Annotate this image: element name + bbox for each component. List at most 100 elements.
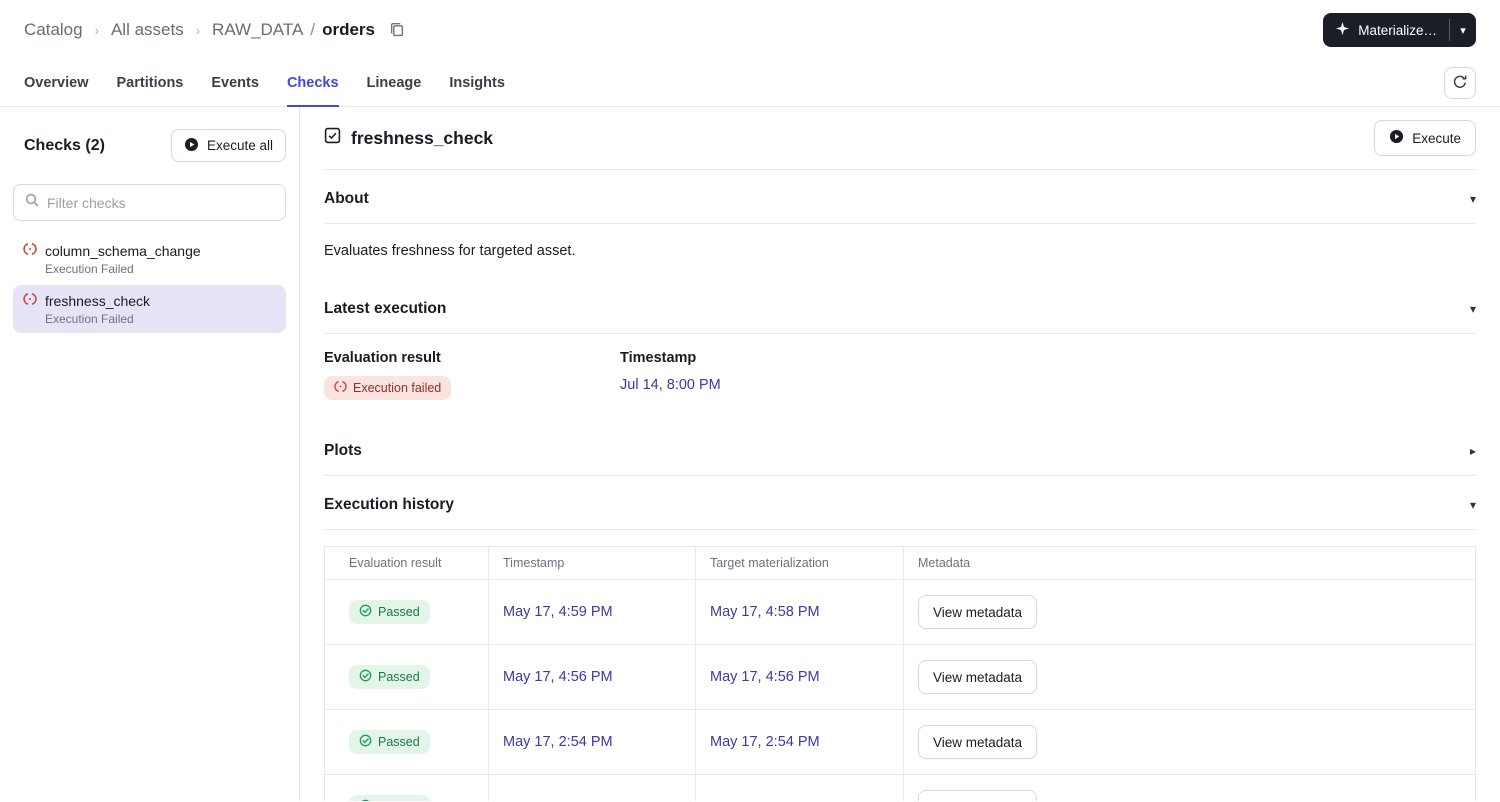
- tab-insights[interactable]: Insights: [449, 61, 505, 107]
- check-circle-icon: [359, 669, 372, 685]
- tab-partitions[interactable]: Partitions: [117, 61, 184, 107]
- filter-checks-box: [13, 184, 286, 221]
- latest-execution-timestamp-link[interactable]: Jul 14, 8:00 PM: [620, 377, 721, 393]
- passed-badge-label: Passed: [378, 605, 420, 619]
- table-row: Passed May 17, 4:59 PM May 17, 4:58 PM V…: [324, 579, 1476, 645]
- refresh-button[interactable]: [1444, 67, 1476, 99]
- check-status: Execution Failed: [45, 312, 134, 326]
- breadcrumb-catalog[interactable]: Catalog: [24, 20, 83, 40]
- passed-badge: Passed: [349, 730, 430, 754]
- caret-down-icon: ▾: [1460, 24, 1466, 37]
- section-about-header[interactable]: About ▾: [324, 170, 1476, 224]
- view-metadata-button[interactable]: View metadata: [918, 725, 1038, 759]
- check-circle-icon: [359, 799, 372, 801]
- breadcrumb-separator-icon: ›: [94, 22, 99, 38]
- passed-badge-label: Passed: [378, 800, 420, 801]
- check-list-item-column-schema-change[interactable]: column_schema_change Execution Failed: [13, 235, 286, 283]
- view-metadata-button[interactable]: View metadata: [918, 790, 1038, 801]
- table-row: Passed May 17, 2:54 PM May 17, 2:54 PM V…: [324, 709, 1476, 775]
- target-materialization-link[interactable]: May 17, 4:58 PM: [710, 604, 820, 620]
- passed-badge-label: Passed: [378, 670, 420, 684]
- column-header-metadata: Metadata: [903, 546, 1476, 580]
- check-detail-panel: freshness_check Execute About ▾ Evaluate…: [300, 107, 1500, 801]
- check-name: freshness_check: [45, 292, 151, 309]
- column-header-timestamp: Timestamp: [488, 546, 696, 580]
- target-materialization-link[interactable]: May 16, 8:01 PM: [710, 799, 820, 801]
- chevron-down-icon[interactable]: ▾: [1470, 192, 1476, 206]
- checks-count-title: Checks (2): [24, 136, 105, 154]
- filter-checks-input[interactable]: [47, 194, 274, 211]
- section-latest-execution-title: Latest execution: [324, 300, 447, 317]
- section-plots-header[interactable]: Plots ▸: [324, 422, 1476, 476]
- check-name: column_schema_change: [45, 242, 201, 259]
- about-description: Evaluates freshness for targeted asset.: [324, 243, 576, 259]
- execute-all-label: Execute all: [206, 138, 273, 153]
- copy-asset-name-button[interactable]: [389, 21, 405, 40]
- tab-checks[interactable]: Checks: [286, 61, 339, 107]
- breadcrumb-asset-name: orders: [322, 20, 376, 39]
- table-row: Passed May 17, 4:56 PM May 17, 4:56 PM V…: [324, 644, 1476, 710]
- execution-failed-icon: [23, 292, 37, 309]
- search-icon: [25, 193, 39, 212]
- passed-badge: Passed: [349, 795, 430, 801]
- copy-icon: [389, 21, 405, 40]
- execution-failed-icon: [23, 242, 37, 259]
- materialize-button-label: Materialize…: [1358, 22, 1437, 38]
- tab-events[interactable]: Events: [211, 61, 259, 107]
- execution-timestamp-link[interactable]: May 17, 2:49 PM: [503, 799, 613, 801]
- breadcrumb-all-assets[interactable]: All assets: [111, 20, 184, 40]
- execution-timestamp-link[interactable]: May 17, 4:56 PM: [503, 669, 613, 685]
- view-metadata-button[interactable]: View metadata: [918, 660, 1038, 694]
- check-status: Execution Failed: [45, 262, 134, 276]
- section-plots-title: Plots: [324, 442, 362, 459]
- execution-failed-icon: [334, 380, 347, 396]
- execution-timestamp-link[interactable]: May 17, 4:59 PM: [503, 604, 613, 620]
- target-materialization-link[interactable]: May 17, 4:56 PM: [710, 669, 820, 685]
- view-metadata-button[interactable]: View metadata: [918, 595, 1038, 629]
- asset-tabs: Overview Partitions Events Checks Lineag…: [0, 60, 1500, 107]
- column-header-evaluation-result: Evaluation result: [324, 546, 489, 580]
- chevron-down-icon[interactable]: ▾: [1470, 498, 1476, 512]
- timestamp-label: Timestamp: [620, 350, 697, 366]
- materialize-dropdown-button[interactable]: ▾: [1450, 13, 1476, 47]
- section-about-title: About: [324, 190, 369, 207]
- breadcrumb-asset-group[interactable]: RAW_DATA: [212, 20, 303, 40]
- check-circle-icon: [359, 734, 372, 750]
- materialize-split-button: Materialize… ▾: [1323, 13, 1476, 47]
- breadcrumb: Catalog › All assets › RAW_DATA / orders: [24, 20, 405, 40]
- checks-sidebar: Checks (2) Execute all Filter checks col…: [0, 107, 300, 801]
- execute-label: Execute: [1412, 130, 1461, 146]
- top-bar: Catalog › All assets › RAW_DATA / orders…: [0, 0, 1500, 60]
- tab-overview[interactable]: Overview: [24, 61, 89, 107]
- passed-badge: Passed: [349, 665, 430, 689]
- execution-timestamp-link[interactable]: May 17, 2:54 PM: [503, 734, 613, 750]
- chevron-right-icon[interactable]: ▸: [1470, 444, 1476, 458]
- table-row: Passed May 17, 2:49 PM May 16, 8:01 PM V…: [324, 774, 1476, 801]
- tab-lineage[interactable]: Lineage: [367, 61, 422, 107]
- execute-all-button[interactable]: Execute all: [170, 129, 286, 162]
- target-materialization-link[interactable]: May 17, 2:54 PM: [710, 734, 820, 750]
- passed-badge-label: Passed: [378, 735, 420, 749]
- sparkle-icon: [1335, 21, 1350, 39]
- asset-check-icon: [324, 127, 341, 149]
- passed-badge: Passed: [349, 600, 430, 624]
- column-header-target-materialization: Target materialization: [695, 546, 904, 580]
- execution-failed-badge: Execution failed: [324, 376, 452, 400]
- check-title: freshness_check: [351, 127, 494, 148]
- chevron-down-icon[interactable]: ▾: [1470, 302, 1476, 316]
- execution-failed-badge-label: Execution failed: [353, 381, 442, 395]
- breadcrumb-slash: /: [310, 20, 316, 39]
- section-execution-history-title: Execution history: [324, 496, 455, 513]
- play-circle-icon: [184, 137, 199, 155]
- execution-history-table: Evaluation result Timestamp Target mater…: [324, 546, 1476, 801]
- breadcrumb-asset: RAW_DATA / orders: [212, 20, 375, 40]
- breadcrumb-separator-icon: ›: [195, 22, 201, 38]
- check-circle-icon: [359, 604, 372, 620]
- materialize-button[interactable]: Materialize…: [1323, 13, 1449, 47]
- play-circle-icon: [1389, 129, 1404, 147]
- check-list-item-freshness-check[interactable]: freshness_check Execution Failed: [13, 285, 286, 333]
- refresh-icon: [1452, 74, 1468, 93]
- section-latest-execution-header[interactable]: Latest execution ▾: [324, 280, 1476, 334]
- section-execution-history-header[interactable]: Execution history ▾: [324, 476, 1476, 530]
- execute-button[interactable]: Execute: [1374, 120, 1476, 156]
